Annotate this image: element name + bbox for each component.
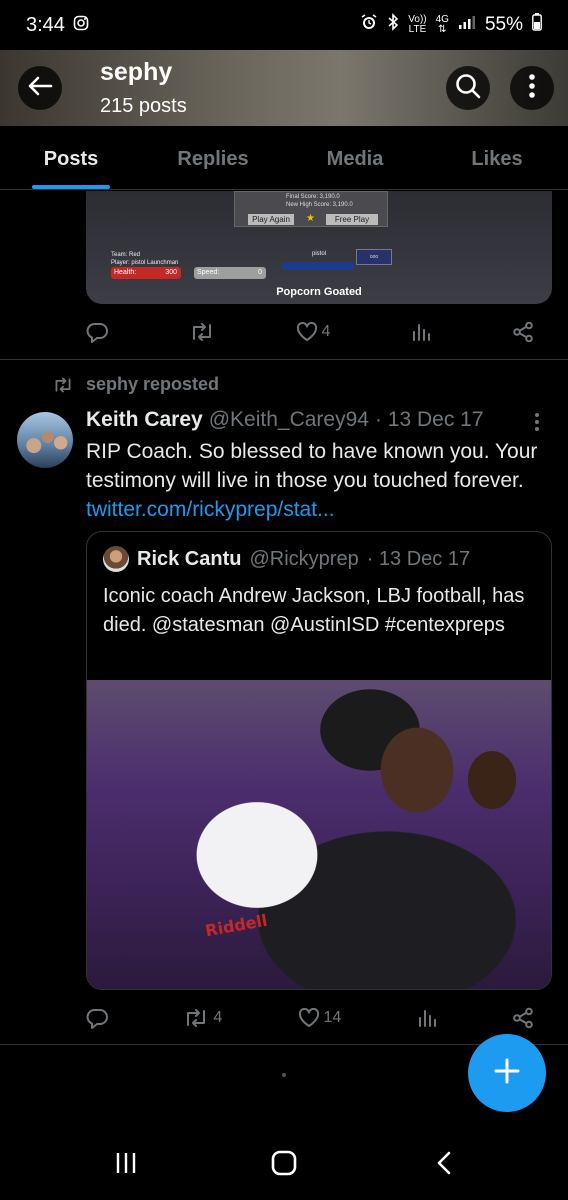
- bluetooth-icon: [387, 13, 399, 37]
- compose-button[interactable]: [468, 1034, 546, 1112]
- search-button[interactable]: [446, 66, 490, 110]
- post-actions: 4: [86, 317, 534, 347]
- game-speed-bar: Speed: 0: [194, 267, 266, 279]
- status-bar: 3:44 Vo)) LTE 4G ⇅ 55%: [0, 0, 568, 50]
- views-icon: [418, 1010, 436, 1027]
- author-handle[interactable]: @Keith_Carey94: [209, 408, 369, 432]
- tab-replies[interactable]: Replies: [142, 126, 284, 189]
- signal-icon: [458, 14, 476, 36]
- retweet-icon: [187, 1009, 206, 1027]
- retweet-icon: [55, 377, 71, 392]
- heart-icon: [298, 1008, 319, 1027]
- quoted-tweet[interactable]: Rick Cantu @Rickyprep · 13 Dec 17 Iconic…: [86, 531, 552, 990]
- home-button[interactable]: [264, 1148, 304, 1182]
- quote-author-handle: @Rickyprep: [249, 547, 359, 570]
- game-health-bar: Health: 300: [111, 267, 181, 279]
- more-vertical-icon: [534, 413, 540, 436]
- search-icon: [455, 73, 481, 104]
- game-team-info: Team: Red Player: pistol Launchman: [111, 252, 179, 266]
- quote-author-name: Rick Cantu: [137, 547, 242, 570]
- retweet-icon: [192, 323, 211, 341]
- retweet-button[interactable]: 4: [183, 1007, 222, 1029]
- game-free-play: Free Play: [326, 214, 378, 225]
- back-chevron-icon: [436, 1151, 452, 1180]
- profile-header: sephy 215 posts: [0, 50, 568, 126]
- alarm-icon: [360, 13, 378, 37]
- battery-icon: [532, 13, 542, 37]
- retweet-button[interactable]: [189, 321, 215, 343]
- back-nav-button[interactable]: [424, 1148, 464, 1182]
- like-button[interactable]: 4: [296, 322, 331, 342]
- more-vertical-icon: [528, 73, 536, 104]
- game-weapon-label: pistol: [312, 251, 327, 257]
- tweet-more-button[interactable]: [534, 412, 540, 437]
- recent-apps-button[interactable]: [106, 1148, 146, 1182]
- system-nav-bar: [0, 1128, 568, 1200]
- battery-level: 55%: [484, 14, 523, 35]
- media-caption: Popcorn Goated: [276, 286, 362, 298]
- profile-tabs: Posts Replies Media Likes: [0, 126, 568, 190]
- share-icon: [513, 321, 533, 343]
- like-count: 14: [323, 1009, 342, 1026]
- back-arrow-icon: [27, 75, 53, 102]
- tweet-date[interactable]: · 13 Dec 17: [375, 408, 484, 432]
- share-button[interactable]: [512, 1007, 534, 1029]
- status-time: 3:44: [26, 13, 65, 36]
- recent-apps-icon: [114, 1151, 138, 1180]
- star-icon: ★: [306, 213, 315, 224]
- helmet-logo: Riddell: [203, 910, 269, 941]
- views-icon: [413, 324, 431, 341]
- reply-button[interactable]: [86, 321, 108, 343]
- share-button[interactable]: [512, 321, 534, 343]
- views-button[interactable]: [411, 322, 431, 342]
- share-icon: [513, 1007, 533, 1029]
- heart-icon: [296, 322, 317, 341]
- back-button[interactable]: [18, 66, 62, 110]
- more-options-button[interactable]: [510, 66, 554, 110]
- post-count: 215 posts: [100, 95, 187, 117]
- reply-icon: [86, 1009, 108, 1029]
- plus-icon: [493, 1057, 521, 1090]
- repost-label: sephy reposted: [86, 374, 220, 394]
- instagram-icon: [73, 14, 89, 37]
- quote-photo[interactable]: Riddell: [87, 680, 551, 989]
- post-divider: [0, 359, 568, 360]
- tweet-header: Keith Carey @Keith_Carey94 · 13 Dec 17: [86, 408, 484, 432]
- post-actions: 4 14: [86, 1003, 534, 1033]
- retweet-count: 4: [213, 1009, 223, 1026]
- game-play-again: Play Again: [248, 214, 294, 225]
- game-ammo-bar: [282, 262, 354, 270]
- tab-posts[interactable]: Posts: [0, 126, 142, 189]
- like-button[interactable]: 14: [298, 1008, 342, 1028]
- quote-header: Rick Cantu @Rickyprep · 13 Dec 17: [103, 546, 470, 572]
- reply-button[interactable]: [86, 1007, 108, 1029]
- repost-indicator[interactable]: sephy reposted: [52, 374, 219, 395]
- tweet-text: RIP Coach. So blessed to have known you.…: [86, 437, 554, 524]
- quote-date: · 13 Dec 17: [366, 547, 471, 570]
- tweet-link[interactable]: twitter.com/rickyprep/stat...: [86, 498, 335, 521]
- home-icon: [271, 1150, 297, 1181]
- post-media-image[interactable]: Final Score: 3,190.0 New High Score: 3,1…: [86, 191, 552, 304]
- game-score-text: Final Score: 3,190.0 New High Score: 3,1…: [286, 194, 353, 208]
- tweet-body: RIP Coach. So blessed to have known you.…: [86, 440, 538, 492]
- avatar[interactable]: [17, 412, 73, 468]
- author-name[interactable]: Keith Carey: [86, 408, 203, 432]
- game-slot: ooo: [356, 249, 392, 265]
- network-indicator: 4G ⇅: [435, 14, 449, 35]
- like-count: 4: [321, 323, 331, 340]
- volte-indicator: Vo)) LTE: [408, 14, 427, 35]
- scroll-indicator: [282, 1073, 286, 1077]
- reply-icon: [86, 323, 108, 343]
- quote-text: Iconic coach Andrew Jackson, LBJ footbal…: [103, 585, 525, 636]
- profile-name: sephy: [100, 58, 173, 86]
- views-button[interactable]: [417, 1008, 437, 1028]
- quote-avatar: [103, 546, 129, 572]
- tab-likes[interactable]: Likes: [426, 126, 568, 189]
- tab-media[interactable]: Media: [284, 126, 426, 189]
